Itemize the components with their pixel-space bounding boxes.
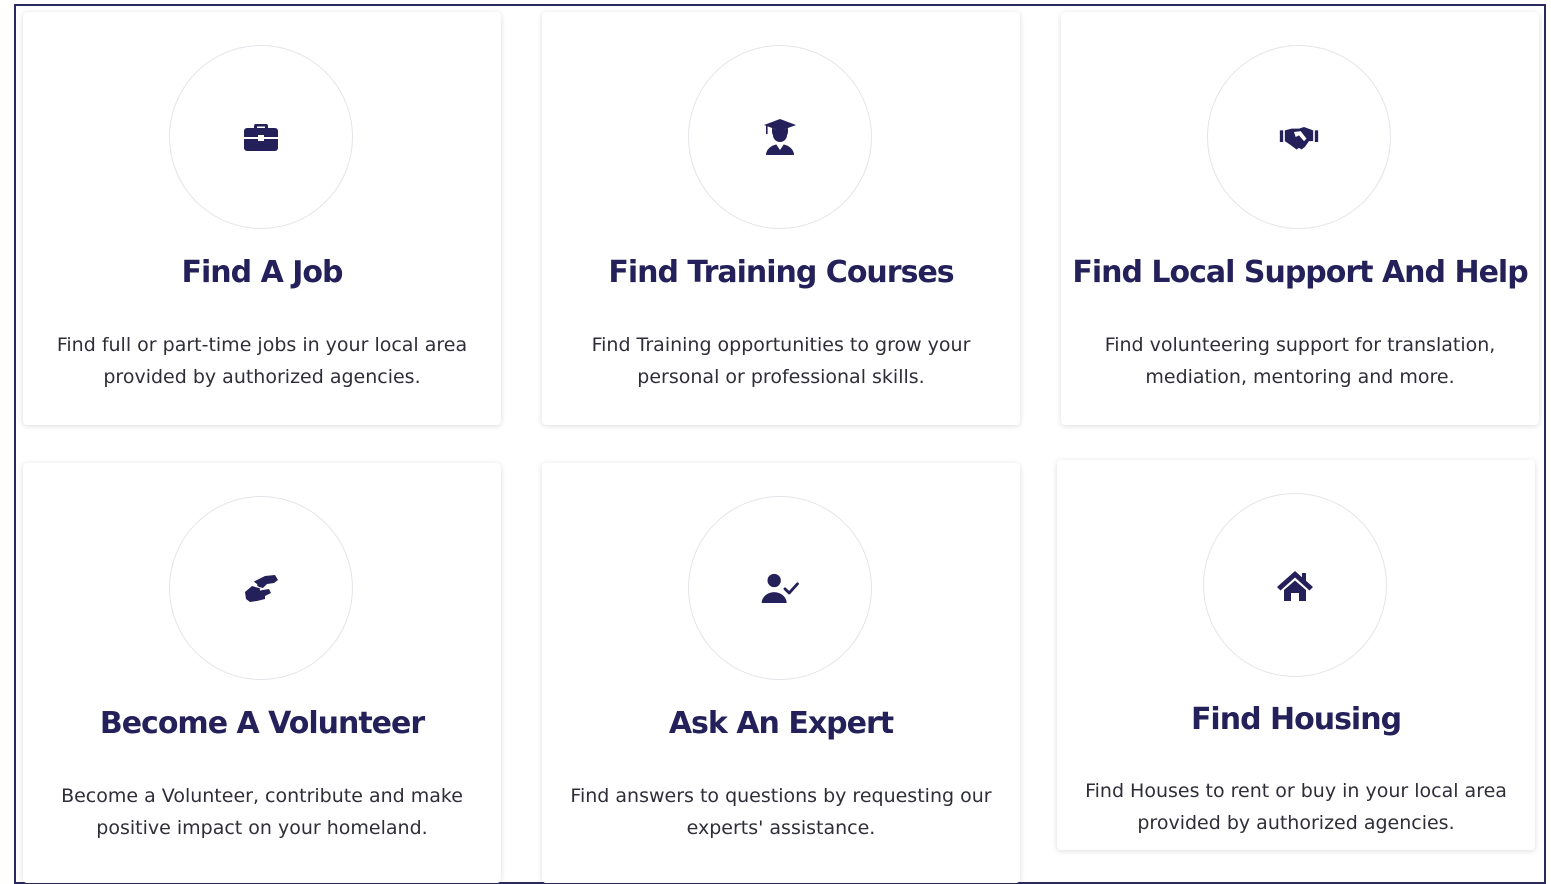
- card-find-a-job[interactable]: Find A Job Find full or part-time jobs i…: [23, 12, 501, 425]
- card-title: Find Training Courses: [608, 255, 954, 290]
- card-become-a-volunteer[interactable]: Become A Volunteer Become a Volunteer, c…: [23, 463, 501, 883]
- icon-circle: [1203, 493, 1387, 677]
- card-ask-an-expert[interactable]: Ask An Expert Find answers to questions …: [542, 463, 1020, 883]
- card-description: Find full or part-time jobs in your loca…: [56, 334, 468, 388]
- card-find-housing[interactable]: Find Housing Find Houses to rent or buy …: [1057, 460, 1535, 850]
- card-title: Find Housing: [1190, 702, 1402, 737]
- card-title: Ask An Expert: [668, 706, 894, 741]
- briefcase-icon: [244, 124, 278, 151]
- card-description: Find volunteering support for translatio…: [1104, 334, 1496, 388]
- hands-helping-icon: [245, 575, 278, 602]
- icon-circle: [169, 45, 353, 229]
- card-title: Find Local Support And Help: [1072, 255, 1528, 290]
- card-description: Find answers to questions by requesting …: [570, 785, 992, 839]
- icon-circle: [1207, 45, 1391, 229]
- card-description: Find Training opportunities to grow your…: [591, 334, 971, 388]
- home-icon: [1277, 571, 1313, 601]
- graduate-icon: [764, 119, 796, 155]
- card-title: Find A Job: [181, 255, 344, 290]
- card-find-training-courses[interactable]: Find Training Courses Find Training oppo…: [542, 12, 1020, 425]
- card-description: Become a Volunteer, contribute and make …: [61, 785, 463, 839]
- card-description: Find Houses to rent or buy in your local…: [1085, 780, 1507, 834]
- card-find-local-support[interactable]: Find Local Support And Help Find volunte…: [1061, 12, 1539, 425]
- icon-circle: [688, 496, 872, 680]
- icon-circle: [169, 496, 353, 680]
- handshake-icon: [1279, 127, 1319, 150]
- card-title: Become A Volunteer: [99, 706, 425, 741]
- icon-circle: [688, 45, 872, 229]
- user-check-icon: [761, 573, 799, 603]
